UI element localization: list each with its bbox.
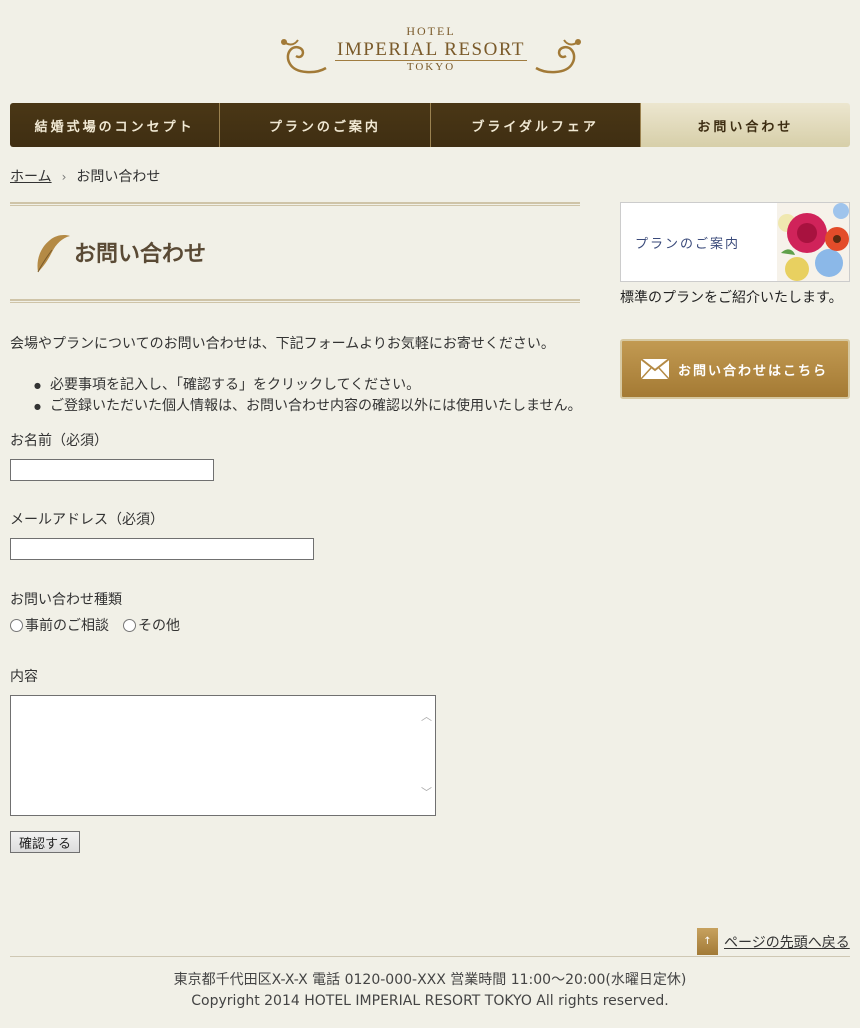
inquiry-type-label: お問い合わせ種類 [10,592,122,608]
radio-consultation[interactable]: 事前のご相談 [10,615,109,635]
footer-address: 東京都千代田区X-X-X 電話 0120-000-XXX 営業時間 11:00〜… [173,972,687,988]
contact-cta-label: お問い合わせはこちら [678,363,829,379]
scroll-down-icon[interactable]: ﹀ [421,784,432,800]
instructions-list: 必要事項を記入し、「確認する」をクリックしてください。 ご登録いただいた個人情報… [34,375,594,417]
nav-item-contact[interactable]: お問い合わせ [640,103,850,147]
radio-button[interactable] [10,618,23,632]
back-to-top-link[interactable]: ↑ ページの先頭へ戻る [697,928,850,955]
intro-text: 会場やプランについてのお問い合わせは、下記フォームよりお気軽にお寄せください。 [10,336,555,352]
envelope-icon [640,358,670,380]
email-label: メールアドレス（必須） [10,512,164,528]
plan-description: 標準のプランをご紹介いたします。 [620,290,843,306]
breadcrumb-current: お問い合わせ [76,169,161,185]
flower-bouquet-image [777,203,849,281]
radio-label: 事前のご相談 [25,618,109,634]
radio-other[interactable]: その他 [123,615,180,635]
content-label: 内容 [10,669,38,685]
confirm-button[interactable]: 確認する [10,831,80,853]
radio-label: その他 [138,618,180,634]
contact-cta-button[interactable]: お問い合わせはこちら [620,339,850,399]
logo-name-text: IMPERIAL RESORT [335,39,527,61]
radio-button[interactable] [123,618,136,632]
quill-icon [37,235,70,273]
chevron-right-icon: › [61,170,67,184]
nav-item-concept[interactable]: 結婚式場のコンセプト [10,103,221,147]
breadcrumb-home-link[interactable]: ホーム [10,169,52,185]
nav-item-plans[interactable]: プランのご案内 [220,103,431,147]
title-rule-bottom [10,299,580,303]
footer-copyright: Copyright 2014 HOTEL IMPERIAL RESORT TOK… [191,993,669,1009]
site-footer: 東京都千代田区X-X-X 電話 0120-000-XXX 営業時間 11:00〜… [0,970,860,1012]
content-textarea[interactable]: ︿ ﹀ [10,695,436,816]
nav-item-fair[interactable]: ブライダルフェア [430,103,641,147]
list-item: 必要事項を記入し、「確認する」をクリックしてください。 [34,375,594,396]
textarea-scrollbar[interactable]: ︿ ﹀ [418,696,435,815]
main-nav: 結婚式場のコンセプト プランのご案内 ブライダルフェア お問い合わせ [10,103,850,147]
breadcrumb: ホーム › お問い合わせ [10,167,160,187]
page-title-box: お問い合わせ [10,202,580,304]
ornament-left-icon [281,39,327,74]
footer-divider [10,956,850,957]
arrow-up-icon: ↑ [697,928,718,955]
plan-banner-text: プランのご案内 [635,237,741,252]
ornament-right-icon [535,39,581,74]
email-field[interactable] [10,538,314,560]
scroll-up-icon[interactable]: ︿ [421,708,432,724]
hotel-logo[interactable]: HOTEL IMPERIAL RESORT TOKYO [276,22,586,82]
name-label: お名前（必須） [10,433,108,449]
plan-banner[interactable]: プランのご案内 [620,202,850,282]
list-item: ご登録いただいた個人情報は、お問い合わせ内容の確認以外には使用いたしません。 [34,396,594,417]
title-rule-top [10,202,580,206]
back-to-top-label: ページの先頭へ戻る [724,934,850,951]
name-field[interactable] [10,459,214,481]
inquiry-type-group: 事前のご相談 その他 [10,615,194,635]
page-title: お問い合わせ [74,242,207,267]
